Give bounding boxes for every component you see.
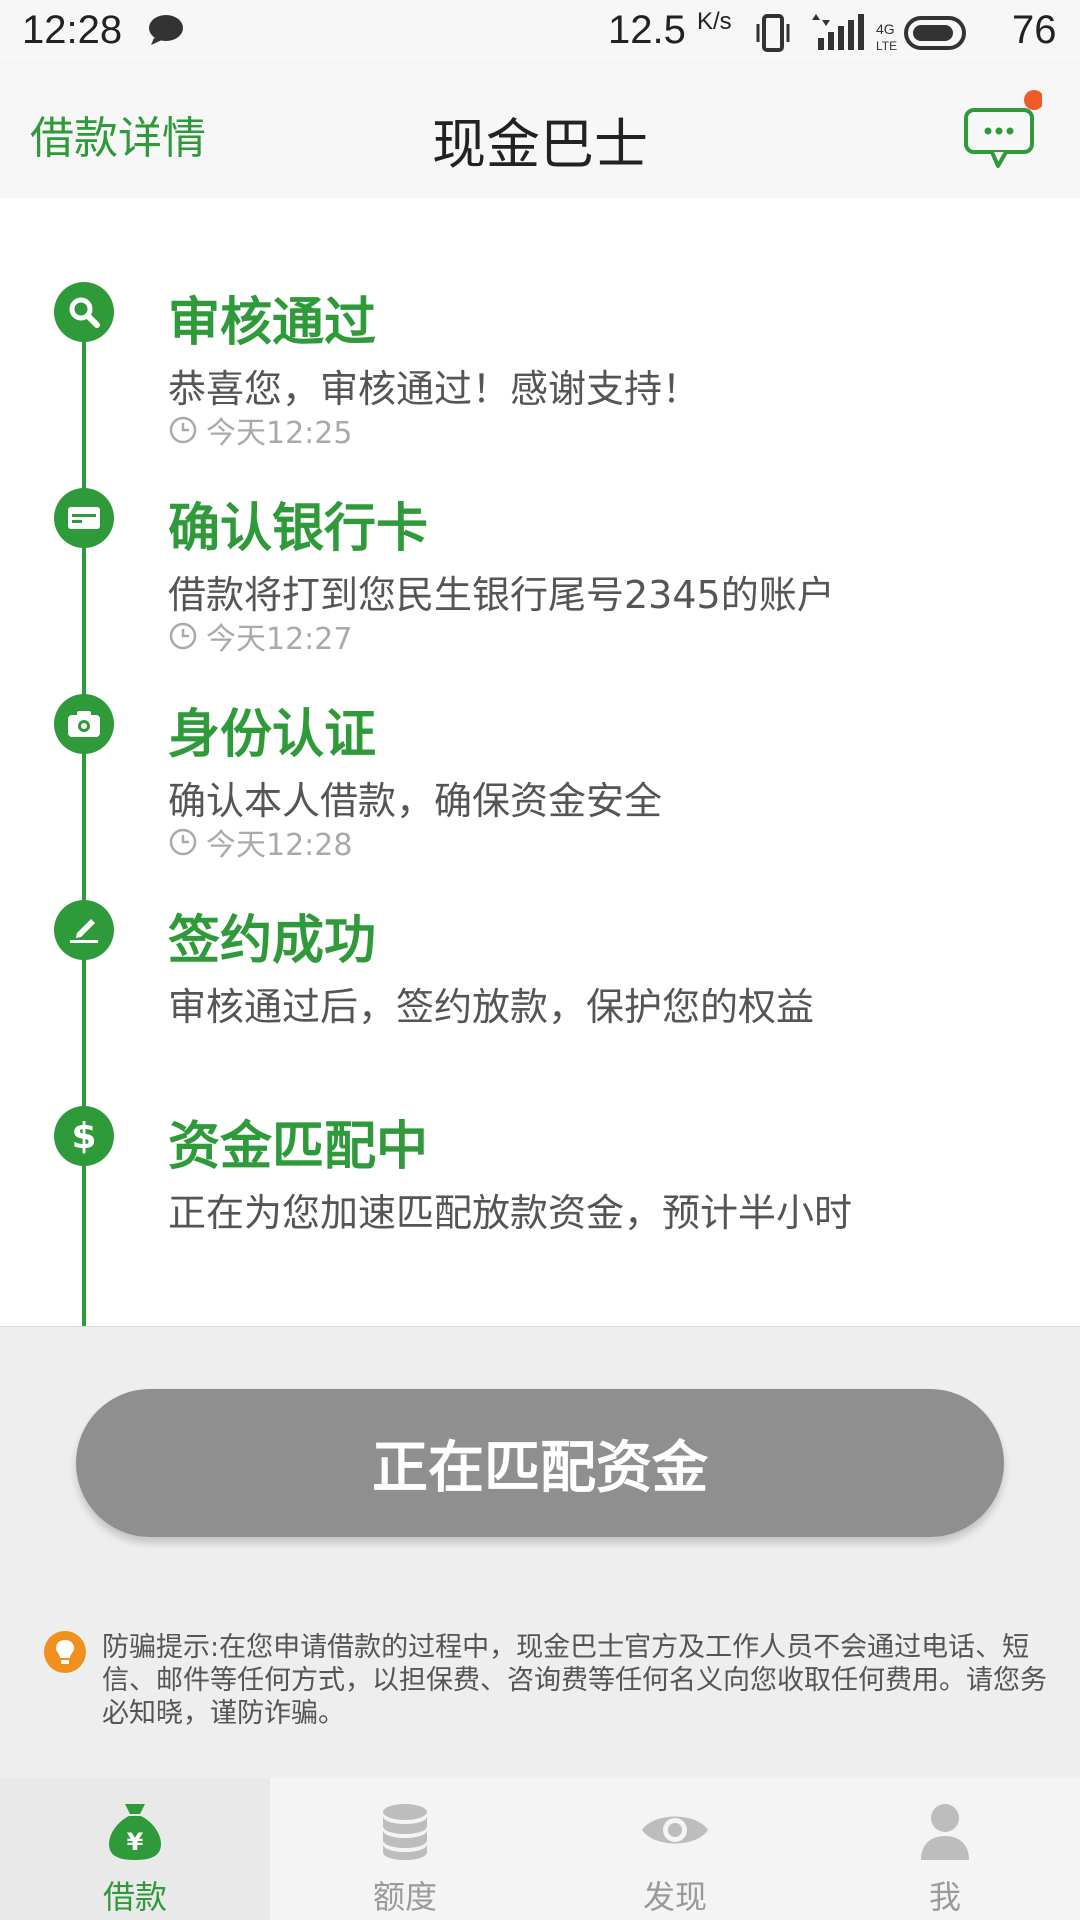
tab-label: 额度 xyxy=(372,1878,437,1916)
step-title: 资金匹配中 xyxy=(168,1117,429,1177)
step-title: 身份认证 xyxy=(168,705,377,765)
notification-chat-icon xyxy=(148,14,184,50)
bottom-tab-bar: ¥ 借款 额度 发现 我 xyxy=(0,1778,1080,1920)
step-desc: 确认本人借款，确保资金安全 xyxy=(168,779,663,823)
tab-discover[interactable]: 发现 xyxy=(540,1778,810,1920)
dollar-icon: $ xyxy=(54,1106,114,1166)
sign-icon xyxy=(54,900,114,960)
tab-label: 借款 xyxy=(102,1878,167,1916)
step-title: 确认银行卡 xyxy=(168,499,429,559)
camera-icon xyxy=(54,694,114,754)
clock-icon xyxy=(169,828,197,856)
status-bar: 12:28 12.5 K/s 4G LTE 76 xyxy=(0,0,1080,64)
tab-label: 我 xyxy=(928,1878,961,1916)
page-title: 现金巴士 xyxy=(432,113,648,176)
eye-icon xyxy=(640,1800,710,1862)
money-bag-icon: ¥ xyxy=(107,1800,163,1862)
tab-label: 发现 xyxy=(642,1878,707,1916)
app-header: 借款详情 现金巴士 xyxy=(0,64,1080,199)
step-desc: 恭喜您，审核通过！感谢支持！ xyxy=(168,367,701,411)
vibrate-icon xyxy=(756,14,790,52)
step-time-text: 今天12:28 xyxy=(206,828,353,863)
progress-timeline: 审核通过 恭喜您，审核通过！感谢支持！ 今天12:25 确认银行卡 借款将打到您… xyxy=(0,198,1080,1334)
step-desc: 借款将打到您民生银行尾号2345的账户 xyxy=(168,573,835,617)
step-time: 今天12:25 xyxy=(168,408,352,452)
svg-text:¥: ¥ xyxy=(127,1828,144,1856)
svg-text:$: $ xyxy=(71,1116,96,1156)
svg-text:LTE: LTE xyxy=(876,39,897,53)
person-icon xyxy=(917,1800,973,1862)
action-area: 正在匹配资金 防骗提示:在您申请借款的过程中，现金巴士官方及工作人员不会通过电话… xyxy=(0,1326,1080,1779)
matching-funds-button[interactable]: 正在匹配资金 xyxy=(76,1389,1004,1537)
clock-icon xyxy=(169,416,197,444)
step-time: 今天12:28 xyxy=(168,820,352,864)
step-time: 今天12:27 xyxy=(168,614,352,658)
status-time: 12:28 xyxy=(22,8,123,52)
notice-text: 防骗提示:在您申请借款的过程中，现金巴士官方及工作人员不会通过电话、短信、邮件等… xyxy=(102,1632,1047,1729)
coin-stack-icon xyxy=(377,1800,433,1862)
notification-badge xyxy=(1024,90,1044,110)
tab-credit[interactable]: 额度 xyxy=(270,1778,540,1920)
tab-loan[interactable]: ¥ 借款 xyxy=(0,1778,270,1920)
battery-level: 76 xyxy=(1012,8,1057,52)
step-desc: 正在为您加速匹配放款资金，预计半小时 xyxy=(168,1191,853,1235)
speed-unit: K/s xyxy=(696,8,732,35)
speed-value: 12.5 xyxy=(608,8,686,52)
status-icons: 4G LTE xyxy=(756,12,1006,60)
clock-icon xyxy=(169,622,197,650)
step-desc: 审核通过后，签约放款，保护您的权益 xyxy=(168,985,815,1029)
chat-bubble-icon xyxy=(964,90,1044,168)
network-type: 4G xyxy=(876,21,895,37)
network-speed: 12.5 K/s xyxy=(608,8,732,53)
step-time-text: 今天12:25 xyxy=(206,416,353,451)
search-icon xyxy=(54,282,114,342)
bank-card-icon xyxy=(54,488,114,548)
tab-me[interactable]: 我 xyxy=(810,1778,1080,1920)
timeline-line xyxy=(82,310,86,1334)
lightbulb-icon xyxy=(44,1631,86,1673)
message-button[interactable] xyxy=(962,90,1044,170)
step-time-text: 今天12:27 xyxy=(206,622,353,657)
signal-icon xyxy=(812,14,864,50)
step-title: 签约成功 xyxy=(168,911,377,971)
battery-icon xyxy=(904,16,966,50)
step-title: 审核通过 xyxy=(168,293,377,353)
